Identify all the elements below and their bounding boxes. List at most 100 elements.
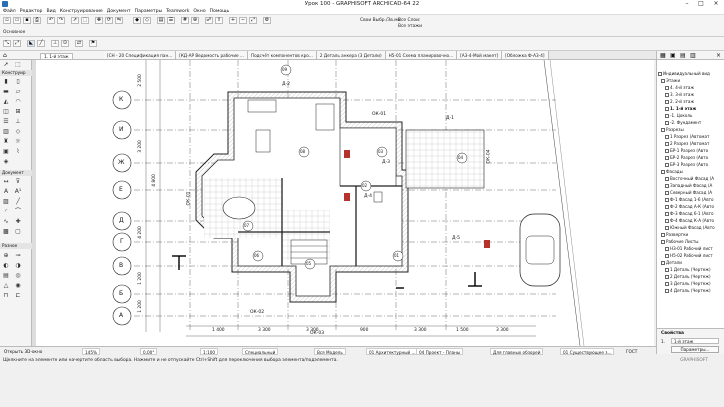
maximize-button[interactable]: □ <box>694 0 708 8</box>
floor-label[interactable]: Все этажи <box>398 24 422 29</box>
column-tool-icon[interactable]: ▯ <box>14 78 22 86</box>
object-tool-icon[interactable]: ♜ <box>2 138 10 146</box>
nav-item[interactable]: Ф-2 Фасад А-К (Авто <box>657 203 724 210</box>
menu-design[interactable]: Конструирование <box>60 9 103 14</box>
snap-button[interactable]: ⊕ <box>191 17 199 24</box>
toolbox-section-document[interactable]: Документ <box>0 170 32 176</box>
geometry-method-button[interactable]: ◣ <box>27 40 35 47</box>
section-tool-icon[interactable]: ⊸ <box>14 252 22 260</box>
pen-set-select[interactable]: Специальный <box>242 348 279 355</box>
detail-tool-icon[interactable]: ◎ <box>14 272 22 280</box>
new-file-button[interactable]: ▫ <box>3 17 11 24</box>
view-tab[interactable]: Подсчёт компонентов кро... <box>247 51 317 59</box>
level-dim-icon[interactable]: ⊽ <box>14 178 22 186</box>
zone-tool-icon[interactable]: ▣ <box>2 148 10 156</box>
nav-item[interactable]: Фасады <box>657 168 724 175</box>
view-map-icon[interactable]: ▣ <box>670 52 676 59</box>
grid-button[interactable]: # <box>181 17 189 24</box>
menu-document[interactable]: Документ <box>107 9 131 14</box>
nav-item[interactable]: Ф-3 Фасад 6-1 (Авто <box>657 210 724 217</box>
nav-item[interactable]: 4 Деталь (Чертеж) <box>657 287 724 294</box>
hotspot-tool-icon[interactable]: ✚ <box>14 218 22 226</box>
filter-label[interactable]: Свои Выбр./Зв.мо <box>360 18 400 23</box>
nav-item[interactable]: Рабочие Листы <box>657 238 724 245</box>
floor-plan-canvas[interactable]: К И Ж Е Д Г В Б А 09 08 07 06 05 04 03 0… <box>36 60 654 346</box>
trace-button[interactable]: ▤ <box>157 17 165 24</box>
options-button[interactable]: ⚙ <box>263 17 271 24</box>
minimize-button[interactable]: – <box>680 0 694 8</box>
model-view-select[interactable]: Вся Модель <box>314 348 346 355</box>
change-tool-icon[interactable]: △ <box>2 282 10 290</box>
menu-file[interactable]: Файл <box>3 9 16 14</box>
nav-item[interactable]: 1 Разрез (Автомат <box>657 133 724 140</box>
zoom-field[interactable]: 145% <box>82 348 100 355</box>
settings-button[interactable]: Параметры... <box>671 346 719 353</box>
toolbox-section-more[interactable]: Разное <box>0 243 32 249</box>
grid-tool-icon[interactable]: ⊕ <box>2 252 10 260</box>
3d-view-button[interactable]: ◆ <box>133 17 141 24</box>
graphic-override-select[interactable]: Для главных обзорей <box>490 348 544 355</box>
angle-field[interactable]: 0,00° <box>140 348 158 355</box>
dimension-tool-icon[interactable]: ↔ <box>2 178 10 186</box>
nav-item[interactable]: Н5-02 Рабочий лист <box>657 252 724 259</box>
nav-item[interactable]: 2 Разрез (Автомат <box>657 140 724 147</box>
zoom-in-button[interactable]: + <box>229 17 237 24</box>
marquee-tool-icon[interactable]: ⬚ <box>14 61 22 69</box>
window-tool-icon[interactable]: ⊞ <box>14 108 22 116</box>
door-tool-icon[interactable]: ◫ <box>2 108 10 116</box>
railing-tool-icon[interactable]: ⊥ <box>14 118 22 126</box>
nav-item[interactable]: Н3-01 Рабочий лист <box>657 245 724 252</box>
guide-button[interactable]: ╱ <box>37 40 45 47</box>
trace-ref-button[interactable]: ⇄ <box>75 40 83 47</box>
shell-tool-icon[interactable]: ◠ <box>14 98 22 106</box>
rotate-button[interactable]: ⟳ <box>105 17 113 24</box>
curtain-wall-icon[interactable]: ▥ <box>2 128 10 136</box>
nav-item[interactable]: 2 Деталь (Чертеж) <box>657 273 724 280</box>
menu-edit[interactable]: Редактор <box>20 9 43 14</box>
elevation-tool-icon[interactable]: ◐ <box>2 262 10 270</box>
nav-item[interactable]: -1. Цоколь <box>657 112 724 119</box>
layer-button[interactable]: ☰ <box>167 17 175 24</box>
fit-button[interactable]: ⤢ <box>249 17 257 24</box>
layer-combination-select[interactable]: 01 Архитектурный ... <box>366 348 419 355</box>
floor-tab[interactable]: 1. 1-й этаж <box>40 53 73 60</box>
gravity-button[interactable]: ⊥ <box>51 40 59 47</box>
nav-item[interactable]: 2. 2-й этаж <box>657 98 724 105</box>
display-options-button[interactable]: ⚑ <box>89 40 97 47</box>
teamwork-button[interactable]: ☍ <box>205 17 213 24</box>
nav-item[interactable]: Развертки <box>657 231 724 238</box>
mesh-tool-icon[interactable]: ⌇ <box>14 148 22 156</box>
stair-tool-icon[interactable]: ☰ <box>2 118 10 126</box>
nav-item[interactable]: 3. 3-й этаж <box>657 91 724 98</box>
layout-book-icon[interactable]: ▤ <box>680 52 686 59</box>
line-tool-icon[interactable]: ╱ <box>14 198 22 206</box>
nav-item[interactable]: Этажи <box>657 77 724 84</box>
beam-tool-icon[interactable]: ▬ <box>2 88 10 96</box>
nav-item[interactable]: 1 Деталь (Чертеж) <box>657 266 724 273</box>
publisher-icon[interactable]: ▥ <box>690 52 696 59</box>
snap-point-button[interactable]: ⊙ <box>61 40 69 47</box>
figure-tool-icon[interactable]: ▩ <box>2 228 10 236</box>
nav-item[interactable]: Северный Фасад (А <box>657 189 724 196</box>
drawing-tool-icon[interactable]: ▢ <box>14 228 22 236</box>
arc-tool-icon[interactable]: ◜ <box>2 208 10 216</box>
publish-button[interactable]: ⇪ <box>215 17 223 24</box>
wall-end-icon[interactable]: ⊓ <box>2 292 10 300</box>
slab-tool-icon[interactable]: ▱ <box>14 88 22 96</box>
camera-tool-icon[interactable]: ◉ <box>14 282 22 290</box>
section-button[interactable]: ◇ <box>143 17 151 24</box>
nav-item[interactable]: БР-2 Разрез (Авто <box>657 154 724 161</box>
project-map-icon[interactable]: ▦ <box>660 52 666 59</box>
view-tab[interactable]: [Обложка Ф-А3-4] <box>502 51 549 59</box>
menu-options[interactable]: Параметры <box>135 9 163 14</box>
arrow-tool-icon[interactable]: ➚ <box>2 61 10 69</box>
redo-button[interactable]: ↷ <box>57 17 65 24</box>
skylight-tool-icon[interactable]: ◇ <box>14 128 22 136</box>
inject-button[interactable]: ⤢ <box>13 40 21 47</box>
nav-item[interactable]: БР-1 Разрез (Авто <box>657 147 724 154</box>
view-tab[interactable]: 2 Деталь анкера (3 Детали) <box>316 51 386 59</box>
label-tool-icon[interactable]: A¹ <box>14 188 22 196</box>
pick-button[interactable]: ⤡ <box>3 40 11 47</box>
nav-item[interactable]: Ф-1 Фасад 1-6 (Авто <box>657 196 724 203</box>
nav-item[interactable]: 4. 4-й этаж <box>657 84 724 91</box>
